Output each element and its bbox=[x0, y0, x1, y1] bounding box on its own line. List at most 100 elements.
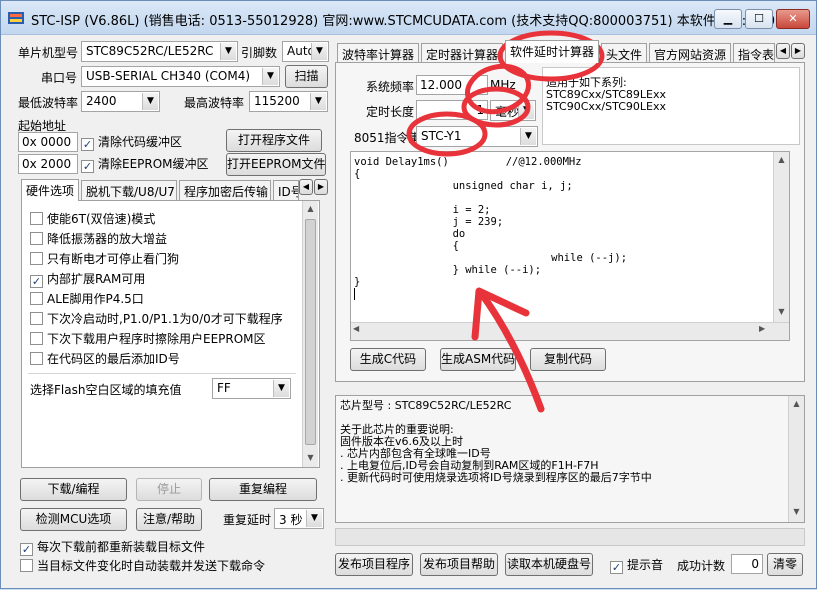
clear-eeprom-buffer-checkbox[interactable]: ✓ 清除EEPROM缓冲区 bbox=[81, 156, 209, 173]
clear-code-buffer-checkbox[interactable]: ✓ 清除代码缓冲区 bbox=[81, 134, 183, 151]
publish-help-button[interactable]: 发布项目帮助 bbox=[420, 553, 498, 576]
repeat-delay-value: 3 秒 bbox=[279, 513, 303, 527]
sound-checkbox[interactable]: ✓ 提示音 bbox=[610, 557, 663, 574]
eeprom-address-input[interactable]: 0x 2000 bbox=[18, 154, 78, 174]
tab-hardware-options[interactable]: 硬件选项 bbox=[21, 179, 79, 201]
text-cursor bbox=[354, 288, 355, 300]
scroll-down-icon[interactable]: ▼ bbox=[303, 450, 318, 466]
stop-button[interactable]: 停止 bbox=[136, 478, 202, 501]
code-line: while (--j); bbox=[450, 252, 628, 264]
auto-load-checkbox[interactable]: 当目标文件变化时自动装载并发送下载命令 bbox=[20, 558, 265, 574]
delay-length-input[interactable]: 1 bbox=[416, 100, 488, 120]
chevron-down-icon: ▼ bbox=[518, 102, 534, 119]
fill-value-select[interactable]: FF ▼ bbox=[212, 378, 291, 399]
app-icon bbox=[8, 12, 24, 24]
mcu-model-select[interactable]: STC89C52RC/LE52RC ▼ bbox=[81, 41, 238, 62]
fill-value: FF bbox=[217, 381, 231, 395]
read-disk-serial-button[interactable]: 读取本机硬盘号 bbox=[505, 553, 593, 576]
scroll-up-icon[interactable]: ▲ bbox=[303, 201, 318, 217]
scroll-down-icon[interactable]: ▼ bbox=[789, 504, 804, 520]
clear-count-button[interactable]: 清零 bbox=[767, 553, 803, 576]
tab-scroll-right-icon[interactable]: ▶ bbox=[314, 179, 328, 195]
option-append-id[interactable]: 在代码区的最后添加ID号 bbox=[30, 351, 180, 367]
repeat-program-button[interactable]: 重复编程 bbox=[209, 478, 317, 501]
scroll-thumb[interactable] bbox=[305, 219, 316, 445]
maximize-button[interactable]: ☐ bbox=[745, 9, 773, 29]
success-count-value: 0 bbox=[731, 554, 763, 574]
generate-asm-code-button[interactable]: 生成ASM代码 bbox=[440, 348, 516, 371]
info-scrollbar[interactable]: ▲ ▼ bbox=[788, 396, 804, 522]
option-watchdog[interactable]: 只有断电才可停止看门狗 bbox=[30, 251, 179, 267]
minimize-button[interactable]: ▁ bbox=[714, 9, 742, 29]
checkbox-box: ✓ bbox=[610, 561, 623, 574]
download-program-button[interactable]: 下载/编程 bbox=[20, 478, 127, 501]
tab-scroll-right-icon[interactable]: ▶ bbox=[791, 43, 805, 59]
instruction-set-select[interactable]: STC-Y1 ▼ bbox=[416, 126, 538, 147]
checkbox-box: ✓ bbox=[81, 138, 94, 151]
tab-scroll-left-icon[interactable]: ◀ bbox=[299, 179, 313, 195]
scroll-up-icon[interactable]: ▲ bbox=[789, 396, 804, 412]
checkbox-box bbox=[20, 559, 33, 572]
min-baud-select[interactable]: 2400 ▼ bbox=[81, 91, 160, 112]
tab-timer-calculator[interactable]: 定时器计算器 bbox=[421, 43, 503, 63]
tab-scroll-left-icon[interactable]: ◀ bbox=[776, 43, 790, 59]
tab-delay-calculator[interactable]: 软件延时计算器 bbox=[505, 40, 599, 63]
success-count-label: 成功计数 bbox=[677, 559, 726, 573]
generate-c-code-button[interactable]: 生成C代码 bbox=[350, 348, 426, 371]
tab-encrypted-transfer[interactable]: 程序加密后传输 bbox=[179, 180, 271, 200]
open-program-file-button[interactable]: 打开程序文件 bbox=[226, 129, 322, 152]
min-baud-label: 最低波特率 bbox=[18, 96, 79, 110]
publish-project-button[interactable]: 发布项目程序 bbox=[335, 553, 413, 576]
code-scrollbar[interactable]: ▲ ▼ bbox=[773, 152, 789, 322]
window-title: STC-ISP (V6.86L) (销售电话: 0513-55012928) 官… bbox=[31, 14, 788, 29]
scroll-left-icon[interactable]: ◀ bbox=[353, 324, 359, 333]
option-internal-ram[interactable]: ✓ 内部扩展RAM可用 bbox=[30, 271, 145, 288]
applicable-series-item: STC90Cxx/STC90LExx bbox=[546, 100, 666, 113]
tab-offline-download[interactable]: 脱机下载/U8/U7 bbox=[81, 180, 177, 200]
option-ale-p45[interactable]: ALE脚用作P4.5口 bbox=[30, 291, 144, 307]
tab-header-files[interactable]: 头文件 bbox=[601, 43, 647, 63]
title-bar[interactable]: STC-ISP (V6.86L) (销售电话: 0513-55012928) 官… bbox=[1, 1, 816, 35]
option-6t-mode[interactable]: 使能6T(双倍速)模式 bbox=[30, 211, 155, 227]
clear-code-buffer-label: 清除代码缓冲区 bbox=[98, 135, 183, 149]
checkbox-box bbox=[30, 232, 43, 245]
chevron-down-icon: ▼ bbox=[310, 93, 326, 110]
chevron-down-icon: ▼ bbox=[306, 510, 322, 527]
open-eeprom-file-button[interactable]: 打开EEPROM文件 bbox=[226, 153, 326, 176]
code-line: { bbox=[354, 168, 361, 180]
system-frequency-label: 系统频率 bbox=[366, 80, 415, 94]
tab-instruction-table[interactable]: 指令表 bbox=[733, 43, 775, 63]
delay-unit-select[interactable]: 毫秒 ▼ bbox=[490, 100, 536, 121]
scan-button[interactable]: 扫描 bbox=[285, 65, 328, 88]
tab-id-number[interactable]: ID号 bbox=[273, 180, 299, 200]
checkbox-box bbox=[30, 312, 43, 325]
serial-port-select[interactable]: USB-SERIAL CH340 (COM4) ▼ bbox=[81, 66, 280, 87]
chip-info-line: 芯片型号 : STC89C52RC/LE52RC bbox=[340, 399, 512, 412]
notes-help-button[interactable]: 注意/帮助 bbox=[136, 508, 202, 531]
reload-before-download-checkbox[interactable]: ✓ 每次下载前都重新装载目标文件 bbox=[20, 539, 205, 556]
option-label: ALE脚用作P4.5口 bbox=[47, 292, 144, 306]
option-erase-eeprom[interactable]: 下次下载用户程序时擦除用户EEPROM区 bbox=[30, 331, 266, 347]
max-baud-select[interactable]: 115200 ▼ bbox=[249, 91, 328, 112]
checkbox-box bbox=[30, 332, 43, 345]
repeat-delay-select[interactable]: 3 秒 ▼ bbox=[274, 508, 324, 529]
scroll-up-icon[interactable]: ▲ bbox=[774, 152, 789, 168]
mcu-model-label: 单片机型号 bbox=[18, 46, 79, 60]
chip-info-panel: 芯片型号 : STC89C52RC/LE52RC 关于此芯片的重要说明: 固件版… bbox=[335, 395, 805, 523]
option-cold-start-p10-p11[interactable]: 下次冷启动时,P1.0/P1.1为0/0才可下载程序 bbox=[30, 311, 283, 327]
scroll-right-icon[interactable]: ▶ bbox=[759, 324, 765, 333]
option-reduce-gain[interactable]: 降低振荡器的放大增益 bbox=[30, 231, 167, 247]
copy-code-button[interactable]: 复制代码 bbox=[530, 348, 606, 371]
start-address-input[interactable]: 0x 0000 bbox=[18, 132, 78, 152]
options-scrollbar[interactable]: ▲ ▼ bbox=[302, 201, 318, 467]
tab-baud-calculator[interactable]: 波特率计算器 bbox=[337, 43, 419, 63]
option-label: 使能6T(双倍速)模式 bbox=[47, 212, 156, 226]
tab-official-resources[interactable]: 官方网站资源 bbox=[649, 43, 731, 63]
scroll-down-icon[interactable]: ▼ bbox=[774, 304, 789, 320]
close-button[interactable]: ✕ bbox=[776, 9, 810, 29]
generated-code-editor[interactable]: void Delay1ms() //@12.000MHz { unsigned … bbox=[350, 151, 790, 341]
system-frequency-input[interactable]: 12.000 bbox=[416, 75, 488, 95]
pin-count-select[interactable]: Auto ▼ bbox=[282, 41, 329, 62]
code-hscrollbar[interactable]: ◀ ▶ bbox=[351, 322, 789, 340]
check-mcu-options-button[interactable]: 检测MCU选项 bbox=[20, 508, 127, 531]
